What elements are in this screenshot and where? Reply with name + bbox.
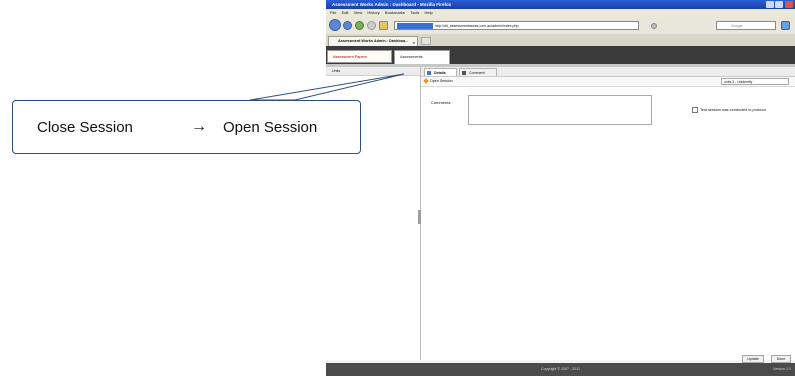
addon-icon[interactable] xyxy=(781,21,790,30)
units-panel-header[interactable]: Units xyxy=(326,67,420,76)
forward-icon[interactable] xyxy=(343,21,352,30)
window-title: Assessment Works Admin : Dashboard - Moz… xyxy=(332,2,452,7)
tab-comment-label: Comment xyxy=(469,71,485,75)
comment-icon xyxy=(462,71,466,75)
callout-from-text: Close Session xyxy=(37,119,133,136)
address-url: http://dit_assessmentworks.com.au/admin/… xyxy=(435,24,519,28)
menu-history[interactable]: History xyxy=(367,9,379,17)
pencil-icon xyxy=(423,78,429,84)
update-button[interactable]: Update xyxy=(742,355,764,363)
detail-tabs: Details Comment xyxy=(421,67,795,77)
menu-bookmarks[interactable]: Bookmarks xyxy=(385,9,405,17)
address-bar[interactable]: http://dit_assessmentworks.com.au/admin/… xyxy=(394,21,639,30)
stop-icon[interactable] xyxy=(367,21,376,30)
version-text: Version 1.0 xyxy=(773,367,791,371)
comments-textarea[interactable] xyxy=(468,95,652,125)
action-bar: Open Session units-3 - Unidentify xyxy=(421,77,795,87)
arrow-right-icon: → xyxy=(191,118,207,135)
tab-assessments[interactable]: Assessments xyxy=(394,50,450,64)
navigation-toolbar: http://dit_assessmentworks.com.au/admin/… xyxy=(326,17,795,35)
tab-assessment-papers[interactable]: Assessment Papers xyxy=(327,50,392,63)
tab-assessment-papers-label: Assessment Papers xyxy=(333,55,367,59)
details-icon xyxy=(427,71,431,75)
search-input[interactable]: Google xyxy=(716,21,776,30)
protocol-checkbox-label: Test session was conducted to protocol xyxy=(700,108,767,112)
menu-bar: File Edit View History Bookmarks Tools H… xyxy=(326,9,795,17)
done-button[interactable]: Done xyxy=(771,355,791,363)
tab-comment[interactable]: Comment xyxy=(459,68,497,76)
annotation-callout: Close Session → Open Session xyxy=(12,100,361,154)
maximize-button[interactable] xyxy=(775,1,783,8)
tab-assessments-label: Assessments xyxy=(400,55,423,59)
app-header: Assessment Papers Assessments xyxy=(326,46,795,67)
browser-tab-strip: Assessment Works Admin : Dashboa... × xyxy=(326,34,795,46)
bookmark-star-icon[interactable] xyxy=(651,23,657,29)
units-panel-title: Units xyxy=(332,69,341,73)
screenshot: Assessment Works Admin : Dashboard - Moz… xyxy=(326,0,795,376)
menu-view[interactable]: View xyxy=(354,9,363,17)
window-title-bar: Assessment Works Admin : Dashboard - Moz… xyxy=(326,0,795,9)
back-icon[interactable] xyxy=(329,19,341,31)
reload-icon[interactable] xyxy=(355,21,364,30)
protocol-checkbox-row[interactable]: Test session was conducted to protocol xyxy=(692,107,766,113)
app-footer: Copyright © 2007 - 2011 Version 1.0 xyxy=(326,363,795,376)
browser-tab[interactable]: Assessment Works Admin : Dashboa... × xyxy=(328,36,418,46)
copyright-text: Copyright © 2007 - 2011 xyxy=(541,367,580,371)
menu-help[interactable]: Help xyxy=(425,9,433,17)
search-placeholder: Google xyxy=(731,24,743,28)
menu-file[interactable]: File xyxy=(330,9,336,17)
menu-edit[interactable]: Edit xyxy=(342,9,349,17)
browser-tab-label: Assessment Works Admin : Dashboa... xyxy=(338,39,409,43)
comments-label: Comments: xyxy=(431,100,452,105)
protocol-checkbox[interactable] xyxy=(692,107,698,113)
tab-details-label: Details xyxy=(434,71,446,75)
tab-details[interactable]: Details xyxy=(424,68,457,76)
callout-to-text: Open Session xyxy=(223,119,318,136)
close-window-button[interactable] xyxy=(785,1,793,8)
open-session-button[interactable]: Open Session xyxy=(430,79,453,83)
new-tab-button[interactable] xyxy=(421,37,431,45)
unit-select-value: units-3 - Unidentify xyxy=(724,80,753,84)
minimize-button[interactable] xyxy=(766,1,774,8)
unit-select[interactable]: units-3 - Unidentify xyxy=(721,78,789,85)
menu-tools[interactable]: Tools xyxy=(410,9,419,17)
detail-panel: Details Comment Open Session units-3 - U… xyxy=(421,67,795,363)
home-icon[interactable] xyxy=(379,21,388,30)
site-identity-icon[interactable] xyxy=(397,23,433,29)
